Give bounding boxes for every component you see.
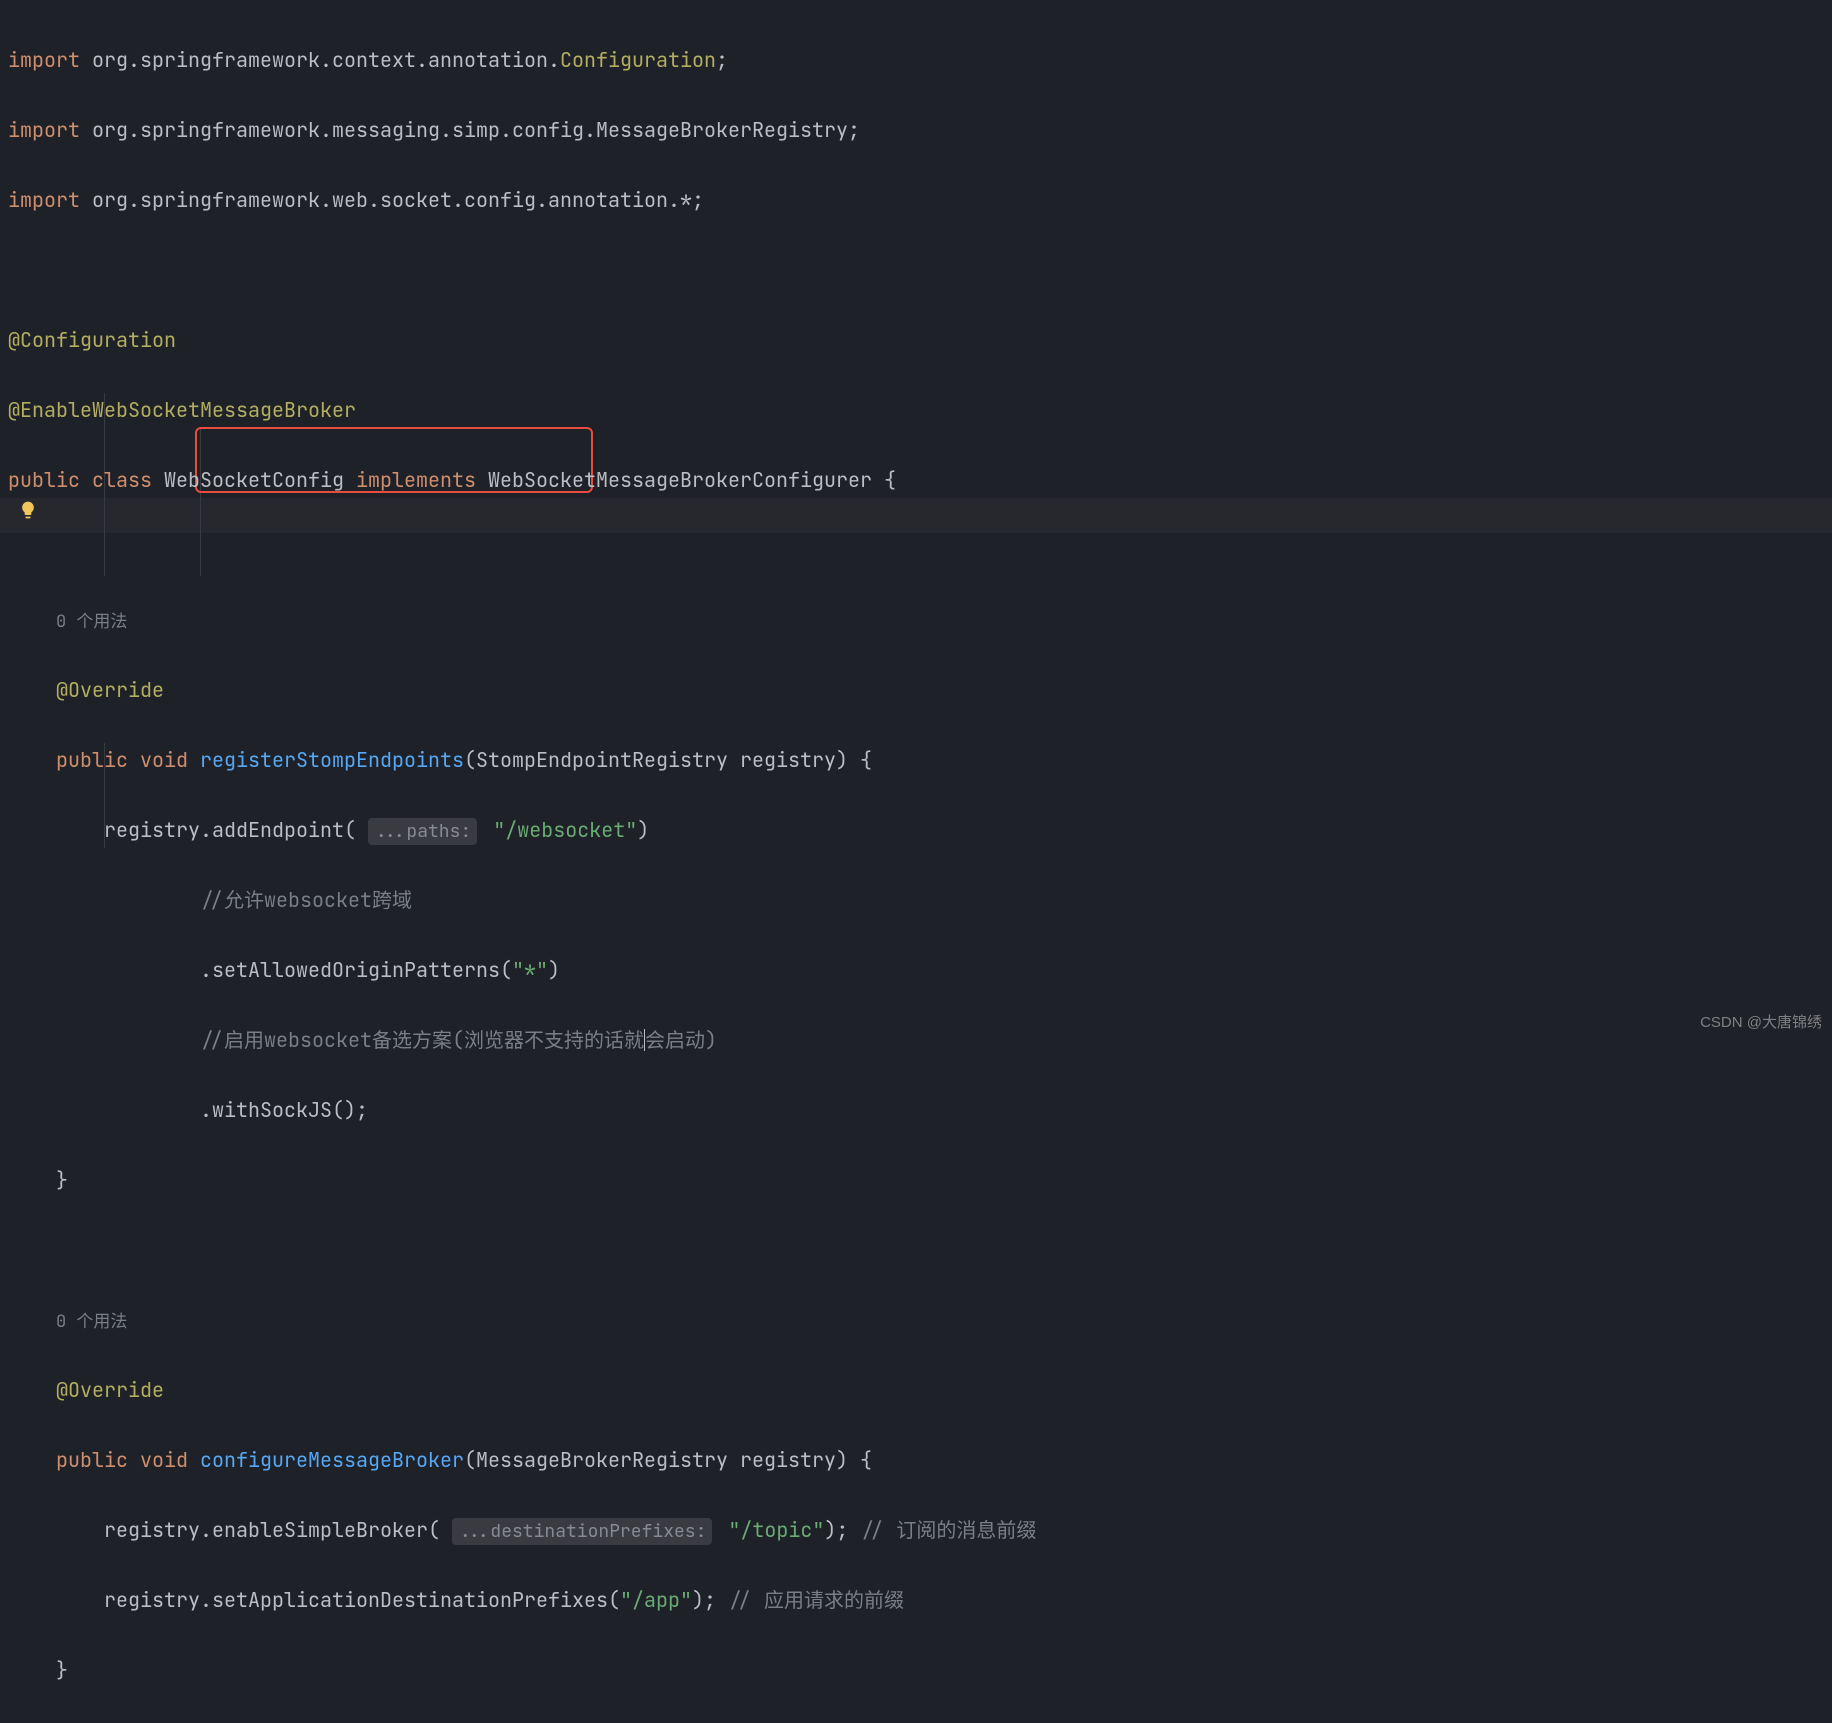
brace-close: } [56, 1657, 68, 1683]
text-cursor [644, 1029, 645, 1051]
annotation-enable-websocket: @EnableWebSocketMessageBroker [8, 397, 356, 423]
annotation-override: @Override [56, 677, 164, 703]
method-name: registerStompEndpoints [200, 747, 464, 773]
keyword-import: import [8, 117, 80, 143]
import-class: Configuration [560, 47, 716, 73]
keyword-import: import [8, 47, 80, 73]
method-name: configureMessageBroker [200, 1447, 464, 1473]
method-params: (MessageBrokerRegistry registry) { [464, 1447, 872, 1473]
keyword-void: void [140, 1447, 188, 1473]
import-path: org.springframework.messaging.simp.confi… [92, 117, 860, 143]
comment-fallback-b: 会启动) [645, 1027, 717, 1053]
keyword-public: public [8, 467, 80, 493]
keyword-class: class [92, 467, 152, 493]
string-literal: "/websocket" [493, 817, 637, 843]
interface-name: WebSocketMessageBrokerConfigurer [488, 467, 872, 493]
method-params: (StompEndpointRegistry registry) { [464, 747, 872, 773]
comment-subscribe: // 订阅的消息前缀 [860, 1517, 1036, 1543]
comment-app-prefix: // 应用请求的前缀 [728, 1587, 904, 1613]
keyword-public: public [56, 747, 128, 773]
code-text: .withSockJS(); [200, 1097, 368, 1123]
param-hint-dest[interactable]: ...destinationPrefixes: [452, 1518, 712, 1545]
annotation-configuration: @Configuration [8, 327, 176, 353]
keyword-import: import [8, 187, 80, 213]
usage-hint[interactable]: 0 个用法 [56, 611, 127, 633]
code-text: .setAllowedOriginPatterns( [200, 957, 512, 983]
annotation-override: @Override [56, 1377, 164, 1403]
comment-cors: //允许websocket跨域 [200, 887, 412, 913]
code-text: registry.addEndpoint( [104, 817, 368, 843]
string-literal: "*" [512, 957, 548, 983]
param-hint-paths[interactable]: ...paths: [368, 818, 477, 845]
keyword-public: public [56, 1447, 128, 1473]
brace-close: } [56, 1167, 68, 1193]
keyword-void: void [140, 747, 188, 773]
import-path: org.springframework.context.annotation. [92, 47, 560, 73]
code-text: registry.setApplicationDestinationPrefix… [104, 1587, 620, 1613]
code-editor[interactable]: import org.springframework.context.annot… [0, 0, 1832, 1723]
class-name: WebSocketConfig [164, 467, 344, 493]
usage-hint[interactable]: 0 个用法 [56, 1311, 127, 1333]
keyword-implements: implements [356, 467, 476, 493]
import-path: org.springframework.web.socket.config.an… [92, 187, 704, 213]
code-text: registry.enableSimpleBroker( [104, 1517, 452, 1543]
string-literal: "/topic" [728, 1517, 824, 1543]
comment-fallback-a: //启用websocket备选方案(浏览器不支持的话就 [200, 1027, 644, 1053]
string-literal: "/app" [620, 1587, 692, 1613]
